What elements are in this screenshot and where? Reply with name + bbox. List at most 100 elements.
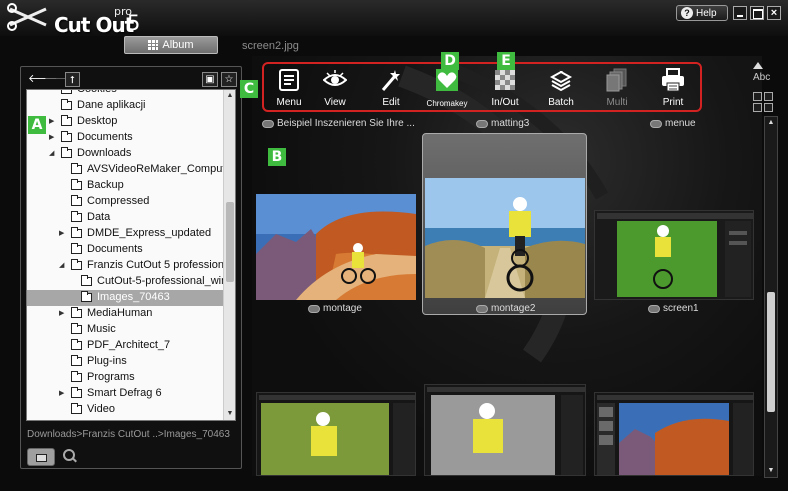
expand-toggle-icon[interactable]: ▶ (49, 117, 54, 125)
back-arrow-icon[interactable]: 🡐 (28, 72, 58, 87)
tab-album-label: Album (162, 39, 194, 51)
tree-item[interactable]: ◢ Downloads (27, 146, 223, 162)
tag-icon (650, 119, 662, 128)
grid-icon (148, 40, 159, 50)
tree-item[interactable]: Video (27, 402, 223, 418)
scroll-down-icon[interactable]: ▼ (765, 465, 777, 477)
tree-item[interactable]: CutOut-5-professional_winen_ (27, 274, 223, 290)
grid-view-icon[interactable] (753, 92, 773, 112)
tree-item[interactable]: AVSVideoReMaker_ComputerBild (27, 162, 223, 178)
thumbnail-caption[interactable]: Beispiel Inszenieren Sie Ihre ... (262, 118, 415, 129)
tree-item[interactable]: PDF_Architect_7 (27, 338, 223, 354)
tree-item[interactable]: Data (27, 210, 223, 226)
chromakey-button[interactable]: Chromakey (420, 64, 474, 112)
batch-button[interactable]: Batch (534, 64, 588, 112)
tree-item[interactable]: Compressed (27, 194, 223, 210)
folder-icon (61, 90, 72, 94)
thumbnail-image[interactable] (256, 194, 416, 300)
expand-toggle-icon[interactable]: ▶ (49, 133, 54, 141)
expand-toggle-icon[interactable]: ▶ (59, 309, 64, 317)
expand-toggle-icon[interactable]: ▶ (59, 389, 64, 397)
tree-item-label: Smart Defrag 6 (87, 387, 162, 399)
folder-icon (71, 355, 82, 366)
multi-button[interactable]: Multi (590, 64, 644, 112)
album-scroll-thumb[interactable] (767, 292, 775, 412)
expand-toggle-icon[interactable]: ◢ (49, 149, 54, 157)
thumbnail-image[interactable] (594, 392, 754, 476)
scroll-up-icon[interactable]: ▲ (765, 117, 777, 129)
minimize-button[interactable] (733, 6, 747, 20)
album-scrollbar[interactable]: ▲ ▼ (764, 116, 778, 478)
breadcrumb-item[interactable]: Franzis CutOut .. (82, 429, 158, 440)
tree-item[interactable]: Programs (27, 370, 223, 386)
tree-item-label: PDF_Architect_7 (87, 339, 171, 351)
expand-toggle-icon[interactable]: ◢ (59, 261, 64, 269)
scroll-up-icon[interactable]: ▲ (224, 90, 235, 102)
panel-mode-buttons (25, 445, 239, 467)
tree-item[interactable]: ▶ DMDE_Express_updated (27, 226, 223, 242)
in-out-button[interactable]: In/Out (478, 64, 532, 112)
folder-icon (81, 291, 92, 302)
tab-album[interactable]: Album (124, 36, 218, 54)
tree-item[interactable]: Music (27, 322, 223, 338)
tree-item[interactable]: ▶ MediaHuman (27, 306, 223, 322)
tree-item-label: Video (87, 403, 115, 415)
thumbnail-caption[interactable]: screen1 (648, 303, 699, 314)
print-button[interactable]: Print (646, 64, 700, 112)
folder-icon (71, 403, 82, 414)
tree-item[interactable]: Dane aplikacji (27, 98, 223, 114)
folder-tree: Cookies Dane aplikacji ▶ Desktop ▶ Documents ◢… (26, 89, 236, 421)
tree-item[interactable]: ▶ Smart Defrag 6 (27, 386, 223, 402)
breadcrumb-item[interactable]: Downloads (27, 429, 76, 440)
new-folder-icon[interactable]: ▣ (202, 72, 218, 87)
tree-item[interactable]: Images_70463 (27, 290, 223, 306)
thumbnail-caption[interactable]: menue (650, 118, 696, 129)
folder-toolbar: 🡐 🡒 ⭡ ▣ ☆ (26, 70, 238, 90)
folder-icon (36, 454, 47, 462)
tree-item-label: Documents (87, 243, 143, 255)
thumbnail-caption[interactable]: montage2 (476, 303, 535, 314)
thumbnail-image[interactable] (256, 392, 416, 476)
sort-label[interactable]: Abc (753, 72, 770, 83)
tree-item-label: AVSVideoReMaker_ComputerBild (87, 163, 223, 175)
folder-icon (71, 227, 82, 238)
view-button[interactable]: View (308, 64, 362, 112)
scroll-down-icon[interactable]: ▼ (224, 408, 235, 420)
edit-button[interactable]: Edit (364, 64, 418, 112)
folder-icon (61, 147, 72, 158)
thumbnail-image[interactable] (425, 178, 585, 298)
app-logo: Cut Out pro 5 (6, 3, 156, 37)
breadcrumb-item[interactable]: Images_70463 (164, 429, 230, 440)
folder-icon (71, 323, 82, 334)
thumbnail-caption[interactable]: montage (308, 303, 362, 314)
tree-item[interactable]: Plug-ins (27, 354, 223, 370)
stack-icon (549, 68, 573, 92)
tree-item[interactable]: ◢ Franzis CutOut 5 professional (27, 258, 223, 274)
tree-item[interactable]: ▶ Documents (27, 130, 223, 146)
heart-icon (436, 69, 458, 91)
expand-toggle-icon[interactable]: ▶ (59, 229, 64, 237)
breadcrumb: Downloads>Franzis CutOut ..>Images_70463 (27, 429, 237, 440)
tree-item-label: DMDE_Express_updated (87, 227, 212, 239)
tab-file[interactable]: screen2.jpg (242, 40, 299, 52)
close-button[interactable]: × (767, 6, 781, 20)
help-button[interactable]: ? Help (676, 5, 728, 21)
thumbnail-image[interactable] (594, 210, 754, 300)
tree-item[interactable]: Cookies (27, 90, 223, 98)
tree-item[interactable]: Backup (27, 178, 223, 194)
tree-scroll-thumb[interactable] (226, 202, 234, 282)
thumbnail-caption[interactable]: matting3 (476, 118, 529, 129)
maximize-button[interactable] (750, 6, 764, 20)
tree-item[interactable]: ▶ Desktop (27, 114, 223, 130)
forward-arrow-icon[interactable]: 🡒 (44, 72, 74, 87)
folder-view-button[interactable] (27, 448, 55, 466)
tree-scrollbar[interactable]: ▲ ▼ (223, 90, 235, 420)
up-folder-button[interactable]: ⭡ (65, 72, 80, 87)
search-icon[interactable] (63, 449, 77, 463)
favorite-star-icon[interactable]: ☆ (221, 72, 237, 87)
sort-arrow-icon[interactable] (753, 62, 763, 69)
thumbnail-image[interactable] (424, 384, 586, 476)
help-label: Help (696, 7, 717, 19)
tree-item[interactable]: Documents (27, 242, 223, 258)
tree-item-label: CutOut-5-professional_winen_ (97, 275, 223, 287)
